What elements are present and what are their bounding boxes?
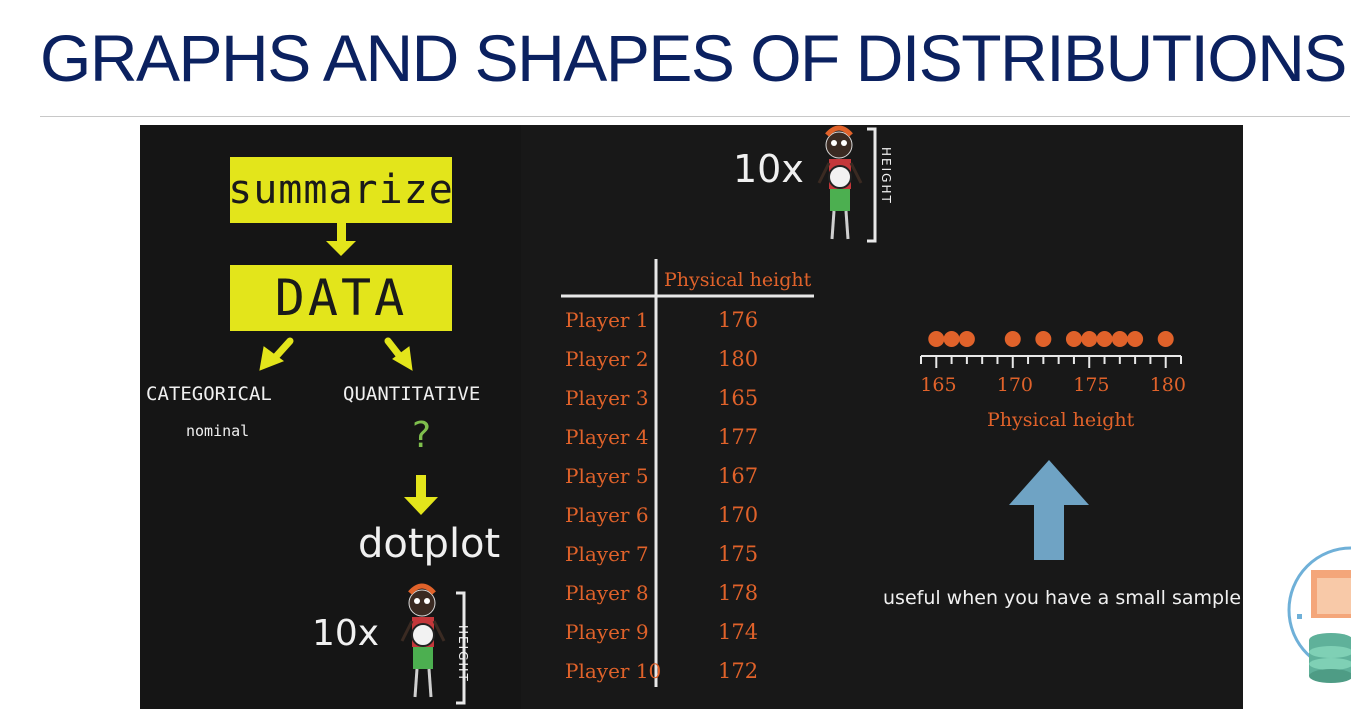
table-row-player: Player 3 [565, 386, 649, 410]
arrow-diag-left-icon [259, 337, 294, 371]
dotplot-point [1035, 331, 1052, 347]
multiplier-label: 10x [312, 613, 380, 654]
player-figure-top-icon [817, 125, 863, 240]
table-row-player: Player 1 [565, 308, 649, 332]
dotplot-point [1096, 331, 1113, 347]
dotplot-panel: 10x HEIGHT Physical height Player 1 176 Pl… [521, 125, 1243, 709]
dotplot-point [1111, 331, 1128, 347]
table-row-height: 165 [718, 386, 759, 410]
dotplot-note: useful when you have a small sample [883, 587, 1242, 609]
multiplier-top-label: 10x [733, 147, 804, 191]
dotplot-tick-label: 170 [996, 374, 1034, 396]
table-row-height: 177 [718, 425, 759, 449]
dotplot-point [1157, 331, 1174, 347]
dotplot-point [1004, 331, 1021, 347]
table-row-height: 175 [718, 542, 759, 566]
arrow-down-dotplot-icon [404, 475, 438, 515]
table-row-player: Player 10 [565, 659, 662, 683]
dotplot-axis [920, 355, 1182, 368]
height-bracket-top-icon [867, 127, 877, 243]
table-row-height: 172 [718, 659, 759, 683]
arrow-up-icon [1009, 460, 1089, 560]
table-row-height: 170 [718, 503, 759, 527]
categorical-label: CATEGORICAL [146, 383, 272, 405]
table-row-player: Player 6 [565, 503, 649, 527]
dotplot-tick-label: 180 [1149, 374, 1186, 396]
table-row-player: Player 5 [565, 464, 649, 488]
table-row-height: 174 [718, 620, 759, 644]
height-label: HEIGHT [456, 625, 470, 683]
dotplot-points [928, 331, 1174, 347]
table-header: Physical height [664, 269, 812, 291]
dotplot-point [943, 331, 960, 347]
dotplot-tick-label: 165 [920, 374, 957, 396]
page-title: GRAPHS AND SHAPES OF DISTRIBUTIONS [40, 21, 1347, 95]
arrow-down-icon [326, 223, 356, 256]
title-divider [40, 116, 1350, 117]
dotplot-tick-label: 175 [1073, 374, 1110, 396]
data-box: DATA [230, 265, 452, 331]
table-row-height: 180 [718, 347, 759, 371]
dotplot-point [1065, 331, 1082, 347]
dotplot-point [958, 331, 975, 347]
height-top-label: HEIGHT [879, 147, 893, 205]
table-row-player: Player 7 [565, 542, 649, 566]
table-row-height: 176 [718, 308, 759, 332]
dotplot-point [1127, 331, 1144, 347]
dotplot-axis-label: Physical height [987, 409, 1135, 431]
table-row-player: Player 4 [565, 425, 649, 449]
dotplot-point [1081, 331, 1098, 347]
table-row-player: Player 2 [565, 347, 649, 371]
question-mark: ? [412, 415, 432, 456]
corner-database-icon [1287, 546, 1351, 683]
categorical-sub-label: nominal [186, 422, 250, 440]
table-row-player: Player 8 [565, 581, 649, 605]
dotplot-point [928, 331, 945, 347]
arrow-diag-right-icon [384, 337, 413, 371]
quantitative-label: QUANTITATIVE [343, 383, 481, 405]
table-row-player: Player 9 [565, 620, 649, 644]
table-row-height: 178 [718, 581, 759, 605]
table-row-height: 167 [718, 464, 759, 488]
player-figure-icon [400, 583, 446, 698]
flowchart-panel: summarize DATA CATEGORICAL nominal QUANT… [140, 125, 521, 709]
dotplot-label: dotplot [358, 521, 501, 567]
